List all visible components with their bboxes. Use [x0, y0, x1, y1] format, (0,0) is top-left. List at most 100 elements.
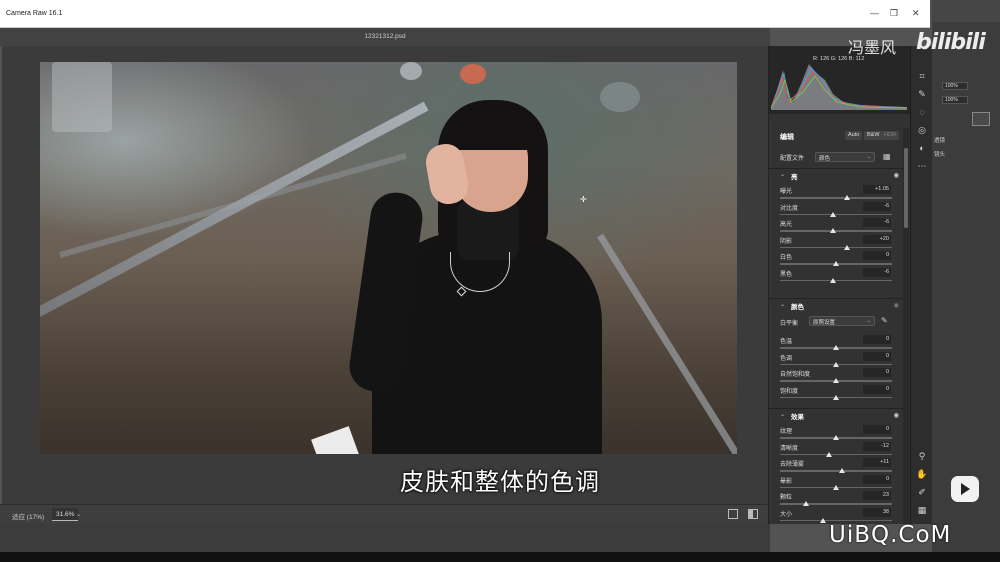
- slider-label: 饱和度: [780, 388, 799, 395]
- slider-value-field[interactable]: 0: [863, 384, 891, 394]
- slider-value-field[interactable]: -12: [863, 441, 891, 451]
- slider-knob[interactable]: [838, 468, 845, 473]
- slider-track[interactable]: [780, 503, 892, 505]
- slider-label: 色调: [780, 355, 793, 362]
- slider-knob[interactable]: [833, 484, 839, 490]
- slider-knob[interactable]: [829, 277, 836, 283]
- eye-icon[interactable]: ◉: [893, 171, 899, 179]
- minimize-icon[interactable]: —: [870, 8, 879, 18]
- slider-row: 高光 -6: [769, 218, 903, 235]
- zoom-dropdown-icon[interactable]: ⌄: [76, 511, 81, 518]
- slider-knob[interactable]: [833, 345, 839, 350]
- slider-value-field[interactable]: +20: [863, 234, 891, 244]
- slider-knob[interactable]: [802, 501, 809, 506]
- redeye-icon[interactable]: ◎: [916, 124, 928, 136]
- heal-brush-icon[interactable]: ✎: [916, 88, 928, 100]
- white-balance-dropdown[interactable]: 原照设置 ⌄: [809, 316, 875, 326]
- slider-value-field[interactable]: -6: [863, 218, 891, 227]
- profile-dropdown[interactable]: 颜色 ⌄: [815, 152, 875, 162]
- section-effects-label: 效果: [791, 414, 804, 421]
- zoom-level[interactable]: 31.6%: [52, 508, 79, 521]
- bilibili-logo: bilibili: [916, 30, 986, 55]
- color-sampler-icon[interactable]: ✐: [916, 486, 928, 498]
- grid-icon[interactable]: ▦: [916, 504, 928, 516]
- slider-row: 颗粒 23: [769, 491, 903, 508]
- slider-value-field[interactable]: +11: [863, 458, 891, 467]
- edit-label: 编辑: [780, 134, 794, 141]
- slider-value-field[interactable]: 0: [863, 425, 891, 434]
- crosshair-cursor-icon: ✛: [580, 195, 587, 204]
- slider-value-field[interactable]: 0: [863, 368, 891, 377]
- slider-track[interactable]: [780, 453, 892, 455]
- panel-scrollbar[interactable]: [903, 128, 909, 524]
- slider-knob[interactable]: [829, 211, 836, 217]
- slider-knob[interactable]: [829, 228, 836, 233]
- more-icon[interactable]: ⋯: [916, 160, 928, 172]
- slider-track[interactable]: [780, 230, 892, 232]
- slider-value-field[interactable]: 38: [863, 507, 891, 517]
- chevron-down-icon[interactable]: ⌄: [780, 171, 785, 178]
- slider-label: 曝光: [780, 189, 793, 195]
- slider-row: 去除薄雾 +11: [769, 458, 903, 475]
- slider-row: 白色 0: [769, 251, 903, 268]
- section-light[interactable]: ⌄ 亮 ◉: [769, 168, 903, 181]
- auto-button[interactable]: Auto: [845, 131, 863, 140]
- layer-thumbnail[interactable]: [972, 112, 990, 126]
- slider-track[interactable]: [780, 246, 892, 248]
- slider-track[interactable]: [780, 197, 892, 199]
- presets-icon[interactable]: ◐: [916, 142, 928, 154]
- photo-preview[interactable]: [40, 62, 737, 454]
- slider-track[interactable]: [780, 519, 892, 521]
- eyedropper-icon[interactable]: ✎: [881, 316, 888, 325]
- fit-label[interactable]: 适应 (17%): [12, 511, 44, 521]
- slider-row: 阴影 +20: [769, 234, 903, 252]
- restore-icon[interactable]: ❐: [890, 8, 898, 19]
- slider-row: 饱和度 0: [769, 384, 903, 402]
- close-icon[interactable]: ✕: [912, 8, 920, 19]
- opacity-field[interactable]: 100%: [942, 82, 968, 90]
- mask-icon[interactable]: ◌: [916, 106, 928, 118]
- eye-icon[interactable]: ◉: [893, 301, 899, 309]
- crop-icon[interactable]: ⌗: [916, 70, 928, 82]
- slider-knob[interactable]: [826, 451, 833, 457]
- slider-value-field[interactable]: -6: [863, 201, 891, 211]
- slider-label: 阴影: [780, 238, 793, 245]
- slider-row: 色调 0: [769, 351, 903, 369]
- slider-knob[interactable]: [833, 394, 839, 400]
- slider-track[interactable]: [780, 213, 892, 215]
- bokeh-light: [460, 64, 486, 84]
- slider-track[interactable]: [780, 470, 892, 472]
- slider-value-field[interactable]: 0: [863, 474, 891, 484]
- slider-value-field[interactable]: -6: [863, 267, 891, 277]
- slider-value-field[interactable]: 0: [863, 351, 891, 361]
- scrollbar-thumb[interactable]: [904, 148, 908, 228]
- fill-field[interactable]: 100%: [942, 96, 968, 104]
- window-titlebar: Camera Raw 16.1 — ❐ ✕: [0, 0, 930, 28]
- profile-browser-icon[interactable]: ▦: [883, 152, 891, 161]
- slider-value-field[interactable]: 0: [863, 335, 891, 344]
- slider-knob[interactable]: [833, 361, 839, 367]
- section-effects[interactable]: ⌄ 效果 ◉: [769, 408, 903, 421]
- slider-knob[interactable]: [819, 517, 826, 523]
- slider-knob[interactable]: [833, 435, 839, 440]
- eye-icon[interactable]: ◉: [893, 411, 899, 419]
- slider-knob[interactable]: [833, 261, 839, 266]
- slider-knob[interactable]: [844, 195, 851, 200]
- slider-value-field[interactable]: +1.05: [863, 185, 891, 194]
- slider-knob[interactable]: [833, 378, 839, 383]
- slider-value-field[interactable]: 0: [863, 251, 891, 260]
- bw-button[interactable]: B&W: [864, 131, 883, 140]
- layer-label: 透镜: [934, 138, 946, 144]
- slider-track[interactable]: [780, 279, 892, 281]
- slider-knob[interactable]: [844, 244, 851, 250]
- zoom-icon[interactable]: ⚲: [916, 450, 928, 462]
- compare-view-icon[interactable]: [748, 509, 758, 519]
- chevron-down-icon[interactable]: ⌄: [780, 301, 785, 308]
- hdr-button[interactable]: HDR: [881, 131, 899, 140]
- section-color[interactable]: ⌄ 颜色 ◉: [769, 298, 903, 311]
- hand-icon[interactable]: ✋: [916, 468, 928, 480]
- edit-panel: R: 126 G: 126 B: 112 编辑 Auto B&W HDR 配置文…: [768, 46, 911, 524]
- slider-value-field[interactable]: 23: [863, 491, 891, 500]
- single-view-icon[interactable]: [728, 509, 738, 519]
- chevron-down-icon[interactable]: ⌄: [780, 411, 785, 418]
